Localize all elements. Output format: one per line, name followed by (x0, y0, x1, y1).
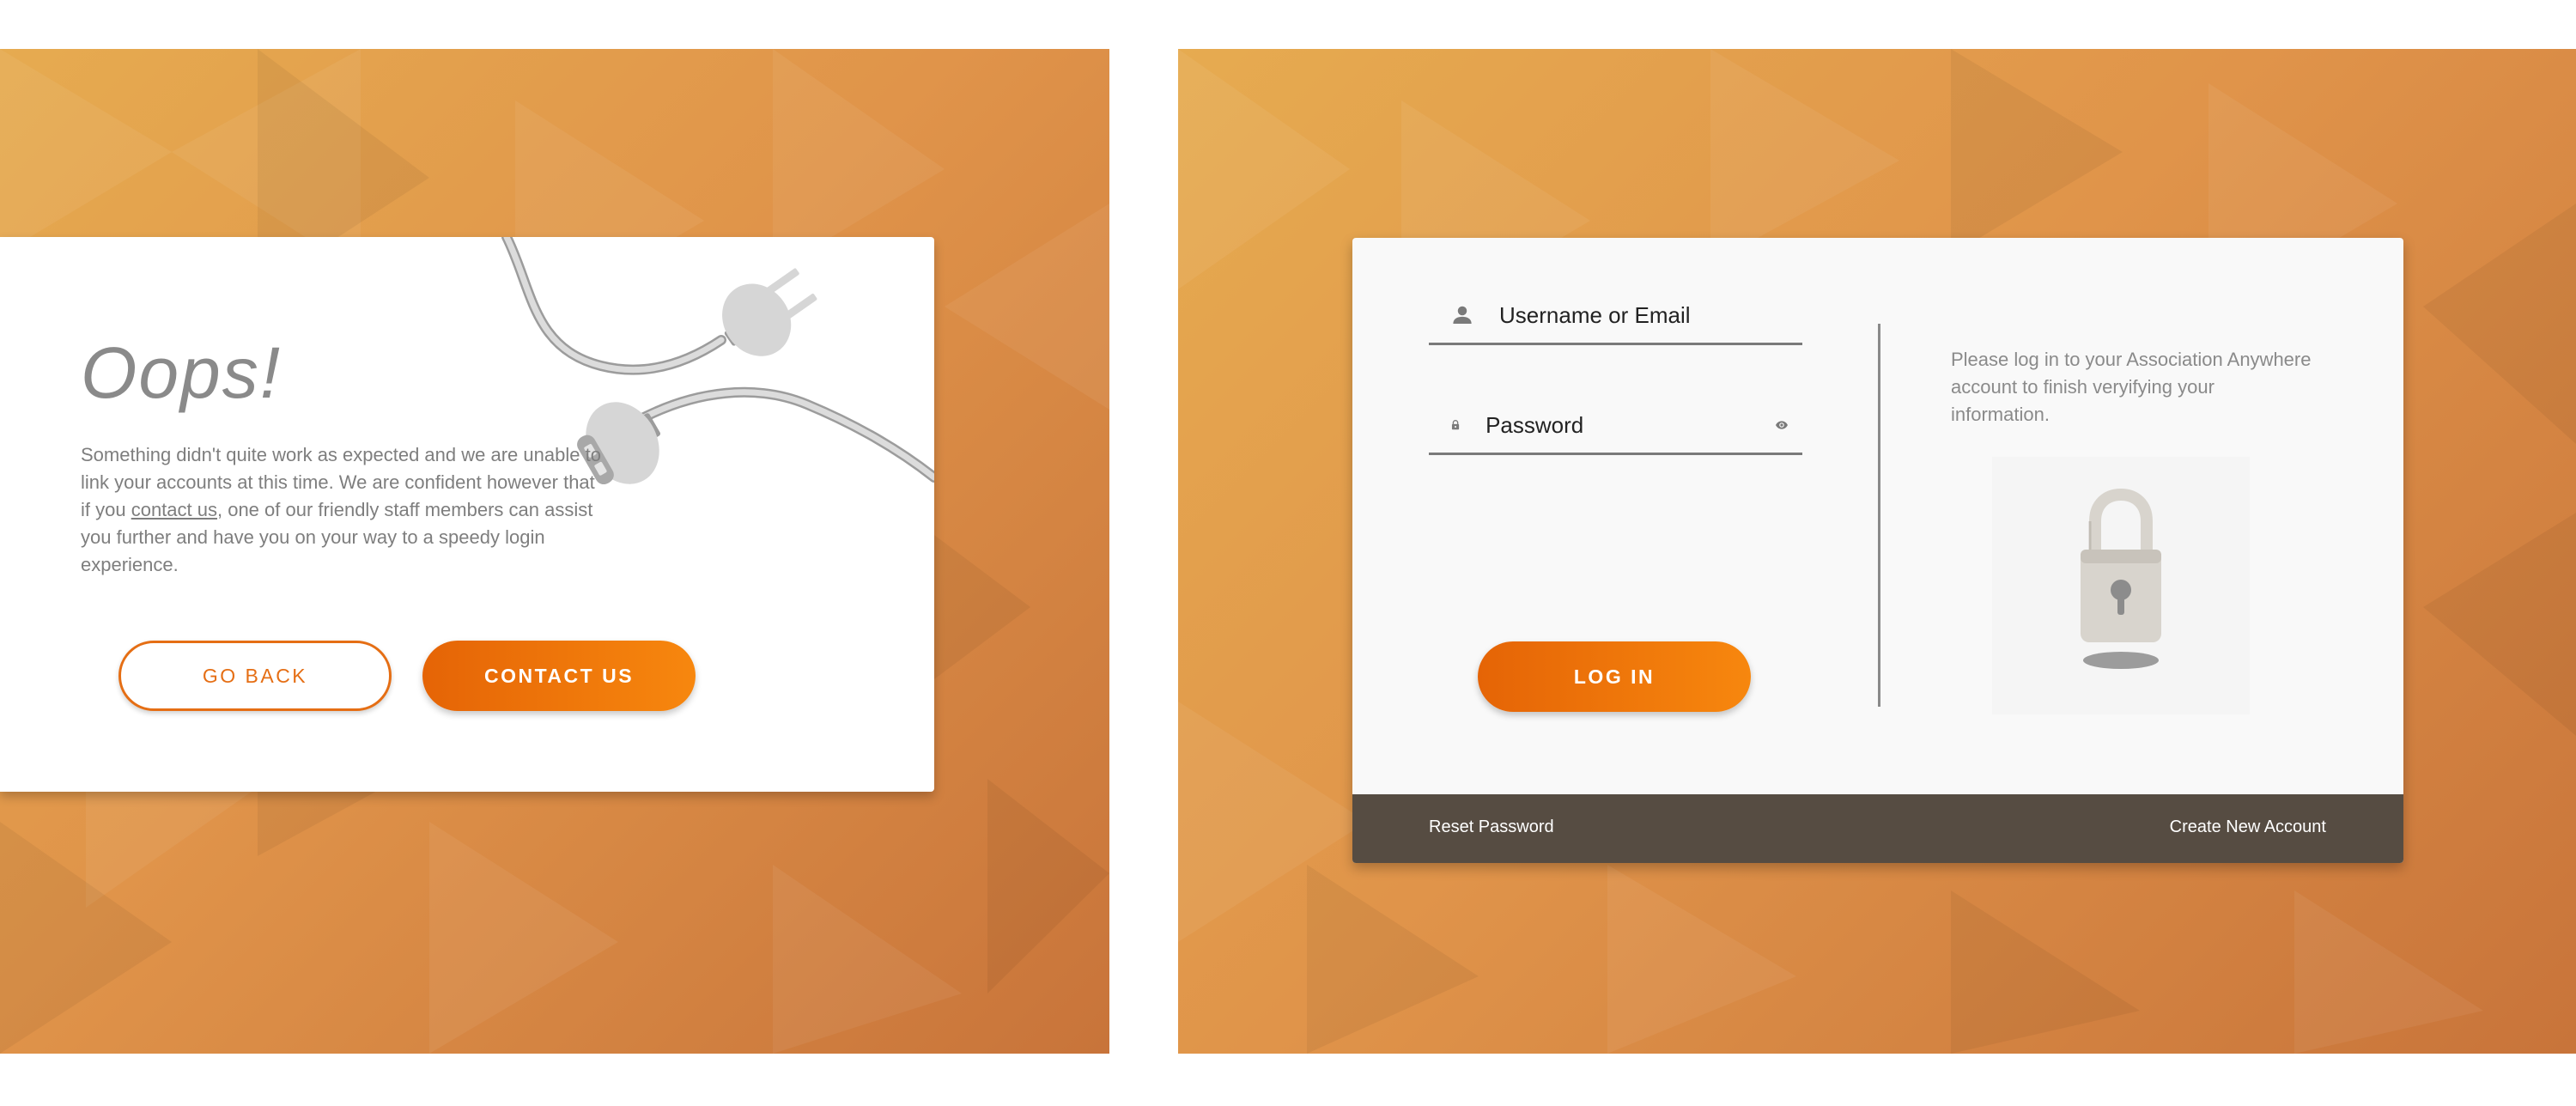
login-card: LOG IN Please log in to your Association… (1352, 238, 2403, 863)
log-in-button[interactable]: LOG IN (1478, 641, 1751, 712)
lock-icon (1451, 420, 1460, 430)
vertical-divider (1878, 324, 1880, 707)
reset-password-link[interactable]: Reset Password (1429, 817, 1554, 837)
error-card: Oops! Something didn't quite work as exp… (0, 237, 934, 792)
go-back-button[interactable]: GO BACK (118, 641, 392, 711)
error-title: Oops! (81, 332, 283, 413)
create-account-link[interactable]: Create New Account (2170, 817, 2326, 837)
username-field[interactable] (1429, 288, 1802, 345)
username-input[interactable] (1498, 301, 1802, 330)
login-panel-background: LOG IN Please log in to your Association… (1178, 49, 2576, 1054)
contact-us-button[interactable]: CONTACT US (422, 641, 696, 711)
padlock-illustration-box (1992, 457, 2250, 714)
password-field[interactable] (1429, 398, 1802, 455)
login-info-text: Please log in to your Association Anywhe… (1951, 349, 2312, 425)
person-icon (1453, 306, 1472, 324)
padlock-illustration (2081, 488, 2161, 669)
error-message: Something didn't quite work as expected … (81, 441, 605, 579)
login-footer: Reset Password Create New Account (1352, 794, 2403, 863)
eye-icon[interactable] (1775, 410, 1789, 440)
password-input[interactable] (1484, 410, 1776, 440)
contact-us-link[interactable]: contact us (131, 499, 217, 520)
error-panel-background: Oops! Something didn't quite work as exp… (0, 49, 1109, 1054)
